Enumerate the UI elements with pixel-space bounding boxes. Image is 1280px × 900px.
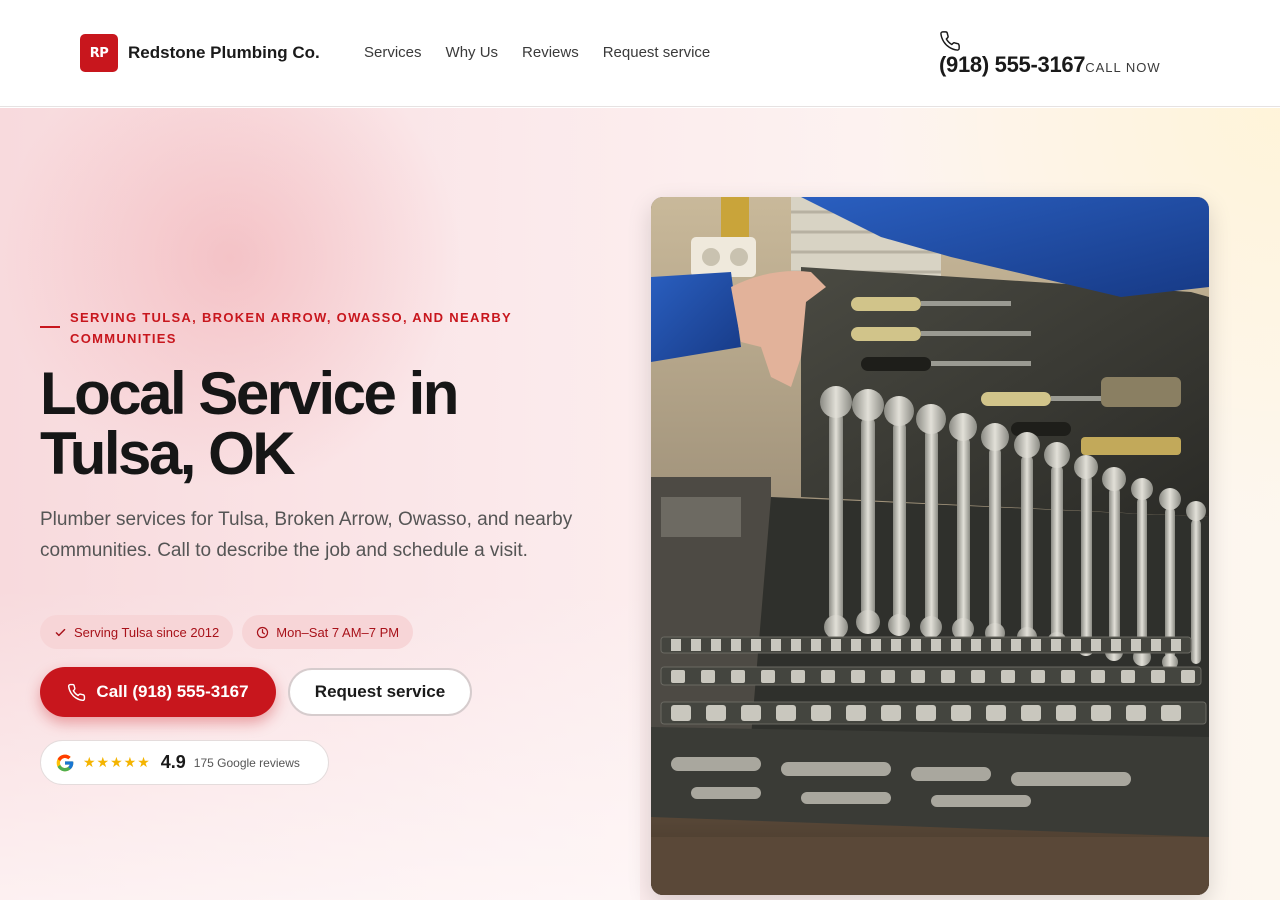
- nav-request-service[interactable]: Request service: [603, 44, 711, 61]
- hero-badges: Serving Tulsa since 2012 Mon–Sat 7 AM–7 …: [40, 615, 414, 649]
- google-icon: [56, 754, 74, 771]
- check-icon: [55, 628, 66, 636]
- hero-title: Local Service in Tulsa, OK: [40, 360, 459, 487]
- rating-score: 4.9: [160, 752, 186, 772]
- header-phone[interactable]: (918) 555-3167 CALL NOW: [939, 30, 1161, 78]
- rating-stars: ★★★★★: [83, 754, 151, 771]
- rating-reviews: 175 Google reviews: [193, 755, 300, 770]
- badge-since: Serving Tulsa since 2012: [40, 615, 234, 649]
- call-button[interactable]: Call (918) 555-3167: [40, 667, 276, 717]
- hero-photo-toolbox: [651, 197, 1209, 895]
- eyebrow-text: Serving Tulsa, Broken Arrow, Owasso, and…: [70, 310, 512, 346]
- hero-description: Plumber services for Tulsa, Broken Arrow…: [40, 509, 573, 561]
- eyebrow-line: [40, 326, 60, 328]
- badge-since-label: Serving Tulsa since 2012: [74, 624, 220, 640]
- header-phone-number[interactable]: (918) 555-3167: [939, 52, 1086, 78]
- brand-logo[interactable]: RP Redstone Plumbing Co.: [80, 34, 320, 72]
- clock-icon: [257, 626, 269, 638]
- call-now-label: CALL NOW: [1085, 60, 1161, 75]
- brand-name: Redstone Plumbing Co.: [128, 43, 320, 62]
- nav-services[interactable]: Services: [364, 44, 422, 61]
- phone-icon: [68, 683, 86, 701]
- logo-mark: RP: [80, 34, 118, 72]
- toolbox-illustration: [651, 197, 1209, 895]
- call-button-label: Call (918) 555-3167: [96, 682, 249, 701]
- badge-hours-label: Mon–Sat 7 AM–7 PM: [276, 624, 400, 640]
- phone-icon: [940, 31, 960, 51]
- nav-reviews[interactable]: Reviews: [522, 44, 579, 61]
- nav-why-us[interactable]: Why Us: [446, 44, 499, 61]
- google-rating[interactable]: ★★★★★ 4.9 175 Google reviews: [40, 740, 329, 785]
- site-header: RP Redstone Plumbing Co. Services Why Us…: [0, 0, 1280, 107]
- badge-hours: Mon–Sat 7 AM–7 PM: [242, 615, 414, 649]
- main-nav: Services Why Us Reviews Request service: [364, 44, 710, 61]
- hero-eyebrow: Serving Tulsa, Broken Arrow, Owasso, and…: [40, 307, 560, 349]
- hero-ctas: Call (918) 555-3167 Request service: [40, 667, 472, 717]
- request-service-button[interactable]: Request service: [288, 668, 472, 716]
